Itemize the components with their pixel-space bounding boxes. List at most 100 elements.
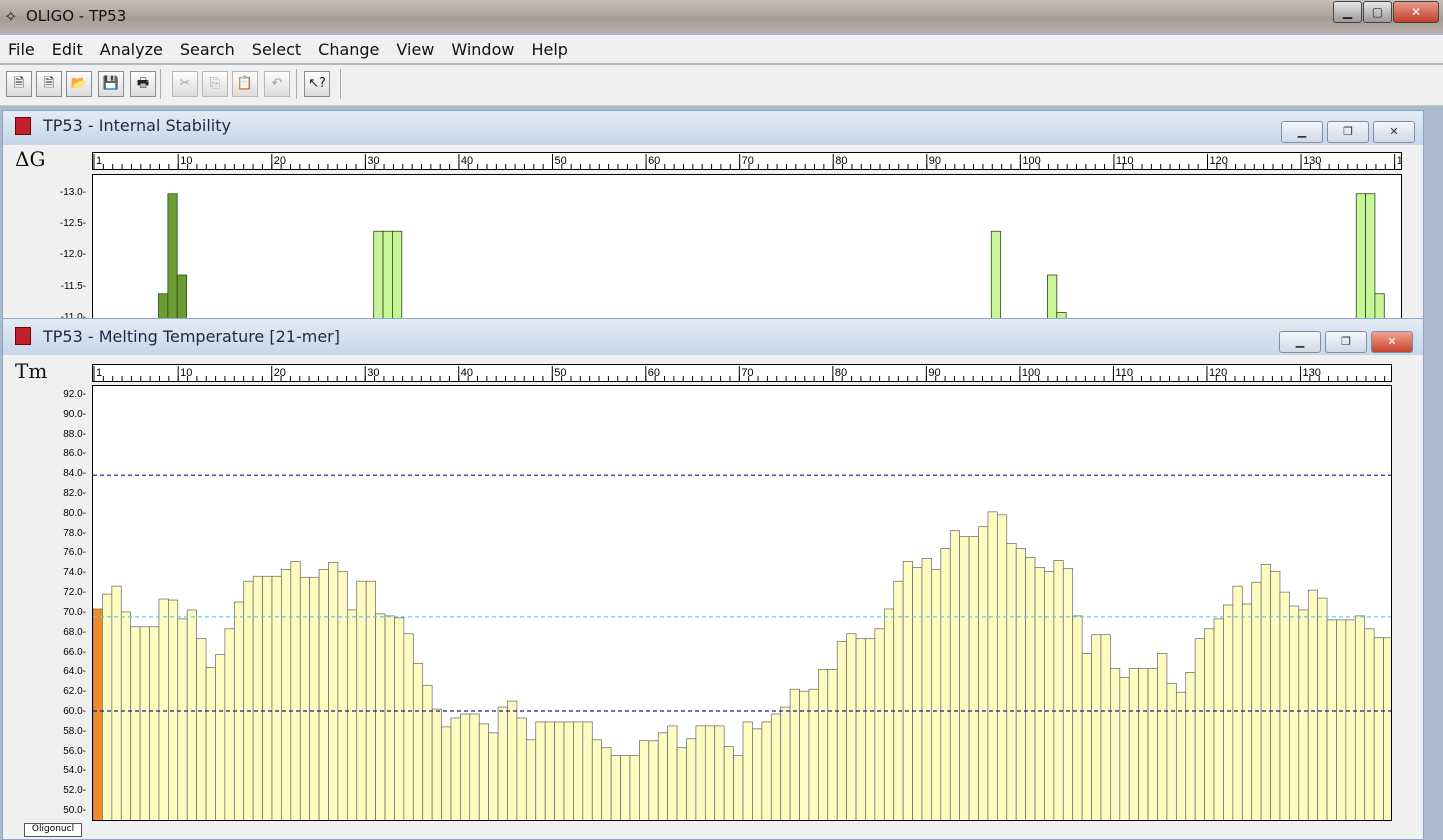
stability-minimize-button[interactable]: ▁ [1281, 121, 1323, 143]
internal-stability-title-bar: TP53 - Internal Stability ▁ ❐ ✕ [3, 111, 1423, 145]
ruler-label: 70 [741, 367, 754, 379]
toolbar-separator [296, 69, 297, 99]
tm-bar [1260, 564, 1271, 820]
tm-bar [1289, 605, 1300, 820]
tm-bar [770, 713, 782, 820]
melting-temperature-title-bar: TP53 - Melting Temperature [21-mer] ▁ ❐ … [3, 319, 1423, 355]
ruler-label: 1 [96, 155, 103, 167]
tm-bar [102, 593, 113, 820]
tm-minimize-button[interactable]: ▁ [1279, 331, 1321, 353]
tm-bar [262, 575, 273, 820]
tm-bar [610, 755, 621, 820]
tm-bar [704, 725, 716, 820]
tm-bar [629, 755, 640, 820]
tm-bar [818, 669, 829, 820]
y-tick-label: 58.0- [63, 725, 86, 737]
minimize-button[interactable]: ▁ [1333, 1, 1362, 23]
y-tick-label: 66.0- [63, 646, 86, 658]
menu-edit[interactable]: Edit [44, 40, 92, 59]
stability-position-ruler: 1 10 20 30 40 50 60 70 80 90 100 110 120 130 1 [92, 152, 1403, 170]
tm-symbol: Tm [15, 359, 48, 383]
tm-bar [1091, 634, 1102, 820]
close-button[interactable]: ✕ [1393, 1, 1439, 23]
tm-bar [808, 688, 819, 820]
tm-bar [525, 739, 537, 820]
menu-file[interactable]: File [0, 40, 44, 59]
ruler-label: 60 [647, 367, 661, 379]
print-icon[interactable]: 🖶 [130, 71, 156, 97]
tm-bar [667, 725, 678, 820]
tm-bar [450, 717, 461, 820]
tm-bar [224, 628, 235, 820]
tm-bar [1223, 604, 1234, 820]
tm-bar [959, 536, 970, 820]
y-tick-label: 64.0- [63, 666, 86, 678]
tm-close-button[interactable]: ✕ [1371, 331, 1413, 353]
stability-chart [158, 193, 1385, 323]
tm-bar [1015, 548, 1026, 820]
new-sense-icon[interactable]: 🗎 [6, 71, 32, 97]
y-tick-label: -13.0- [59, 186, 86, 198]
app-title-bar: ✧ OLIGO - TP53 ▁ ▢ ✕ [0, 0, 1443, 33]
ruler-label: 80 [834, 367, 848, 379]
tm-bar [281, 568, 292, 820]
context-help-icon[interactable]: ↖? [304, 71, 330, 97]
tm-bar [827, 669, 838, 820]
new-dna-icon[interactable]: 🗎 [36, 71, 62, 97]
tm-bar [912, 566, 923, 820]
tm-bar [1270, 570, 1281, 820]
tm-bar [1034, 566, 1045, 820]
stability-bar [1047, 274, 1058, 323]
stability-bar [167, 193, 178, 323]
y-tick-label: 84.0- [63, 468, 86, 480]
menu-select[interactable]: Select [244, 40, 310, 59]
y-tick-label: 92.0- [63, 388, 86, 400]
ruler-label: 50 [554, 155, 567, 167]
menu-help[interactable]: Help [523, 40, 576, 59]
tm-bar [987, 511, 998, 820]
y-tick-label: 60.0- [63, 706, 86, 717]
tm-bar [1147, 668, 1158, 820]
tm-bar [271, 575, 282, 820]
y-tick-label: 50.0- [63, 805, 86, 817]
menu-window[interactable]: Window [443, 40, 523, 59]
ruler-label: 100 [1022, 155, 1041, 167]
ruler-label: 90 [928, 367, 941, 379]
tm-restore-button[interactable]: ❐ [1325, 331, 1367, 353]
cut-icon: ✂ [172, 71, 198, 97]
tm-bar [1373, 637, 1384, 820]
tm-bar [996, 514, 1008, 820]
tm-bar [968, 536, 979, 820]
tm-bar [1072, 615, 1083, 820]
menu-search[interactable]: Search [172, 40, 244, 59]
tm-bar [384, 615, 395, 820]
tm-bar [902, 561, 913, 820]
menu-analyze[interactable]: Analyze [92, 40, 172, 59]
tm-bar [1100, 634, 1111, 820]
save-disk-icon[interactable]: 💾 [98, 71, 124, 97]
maximize-button[interactable]: ▢ [1363, 1, 1392, 23]
menu-view[interactable]: View [388, 40, 443, 59]
tm-bar [1326, 619, 1337, 820]
tm-bar [1128, 668, 1140, 820]
tm-plot-area[interactable] [92, 385, 1392, 821]
ruler-label: 1 [1396, 155, 1403, 167]
tm-bar [139, 626, 150, 820]
tm-bar [516, 717, 527, 820]
tm-bar [422, 684, 433, 820]
tm-bar [1185, 672, 1196, 820]
oligonucleotide-tab[interactable]: Oligonucl [24, 823, 82, 837]
tm-bar [478, 723, 490, 820]
stability-close-button[interactable]: ✕ [1373, 121, 1415, 143]
menu-change[interactable]: Change [310, 40, 388, 59]
tm-bar [931, 568, 942, 820]
tm-bar [676, 747, 687, 820]
y-tick-label: 82.0- [63, 488, 86, 499]
open-folder-icon[interactable]: 📂 [66, 71, 92, 97]
document-icon [15, 117, 31, 135]
y-tick-label: 74.0- [63, 567, 86, 579]
stability-plot-area[interactable] [92, 174, 1402, 324]
stability-bar [373, 230, 384, 323]
stability-restore-button[interactable]: ❐ [1327, 121, 1369, 143]
dna-app-icon: ✧ [4, 7, 18, 26]
